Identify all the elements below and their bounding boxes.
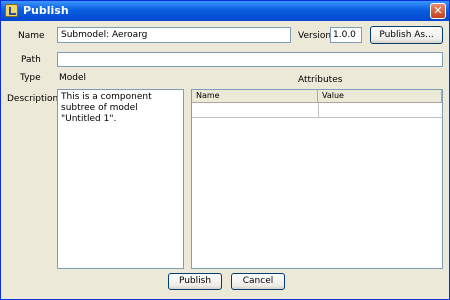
- type-value: Model: [59, 73, 87, 83]
- table-row[interactable]: [192, 117, 442, 118]
- close-icon: ✕: [433, 4, 443, 17]
- attributes-table[interactable]: Name Value: [191, 89, 443, 269]
- close-button[interactable]: ✕: [430, 3, 446, 19]
- publish-dialog: Publish ✕ Name Version Publish As... Pat…: [0, 0, 450, 300]
- column-header-value[interactable]: Value: [318, 90, 442, 103]
- name-input[interactable]: [57, 27, 291, 43]
- column-divider: [318, 103, 319, 117]
- path-label: Path: [21, 55, 41, 65]
- attributes-label: Attributes: [298, 75, 343, 85]
- version-label: Version: [298, 31, 332, 41]
- window-title: Publish: [23, 4, 69, 17]
- publish-button[interactable]: Publish: [168, 273, 222, 290]
- path-input[interactable]: [57, 52, 443, 67]
- name-label: Name: [18, 31, 45, 41]
- app-icon: [5, 4, 18, 17]
- description-label: Description: [7, 94, 59, 104]
- cancel-button[interactable]: Cancel: [231, 273, 285, 290]
- type-label: Type: [20, 73, 41, 83]
- description-textarea[interactable]: This is a component subtree of model "Un…: [57, 89, 184, 269]
- title-bar[interactable]: Publish ✕: [1, 1, 449, 21]
- publish-as-button[interactable]: Publish As...: [370, 26, 443, 44]
- column-header-name[interactable]: Name: [192, 90, 318, 103]
- version-input[interactable]: [330, 27, 362, 43]
